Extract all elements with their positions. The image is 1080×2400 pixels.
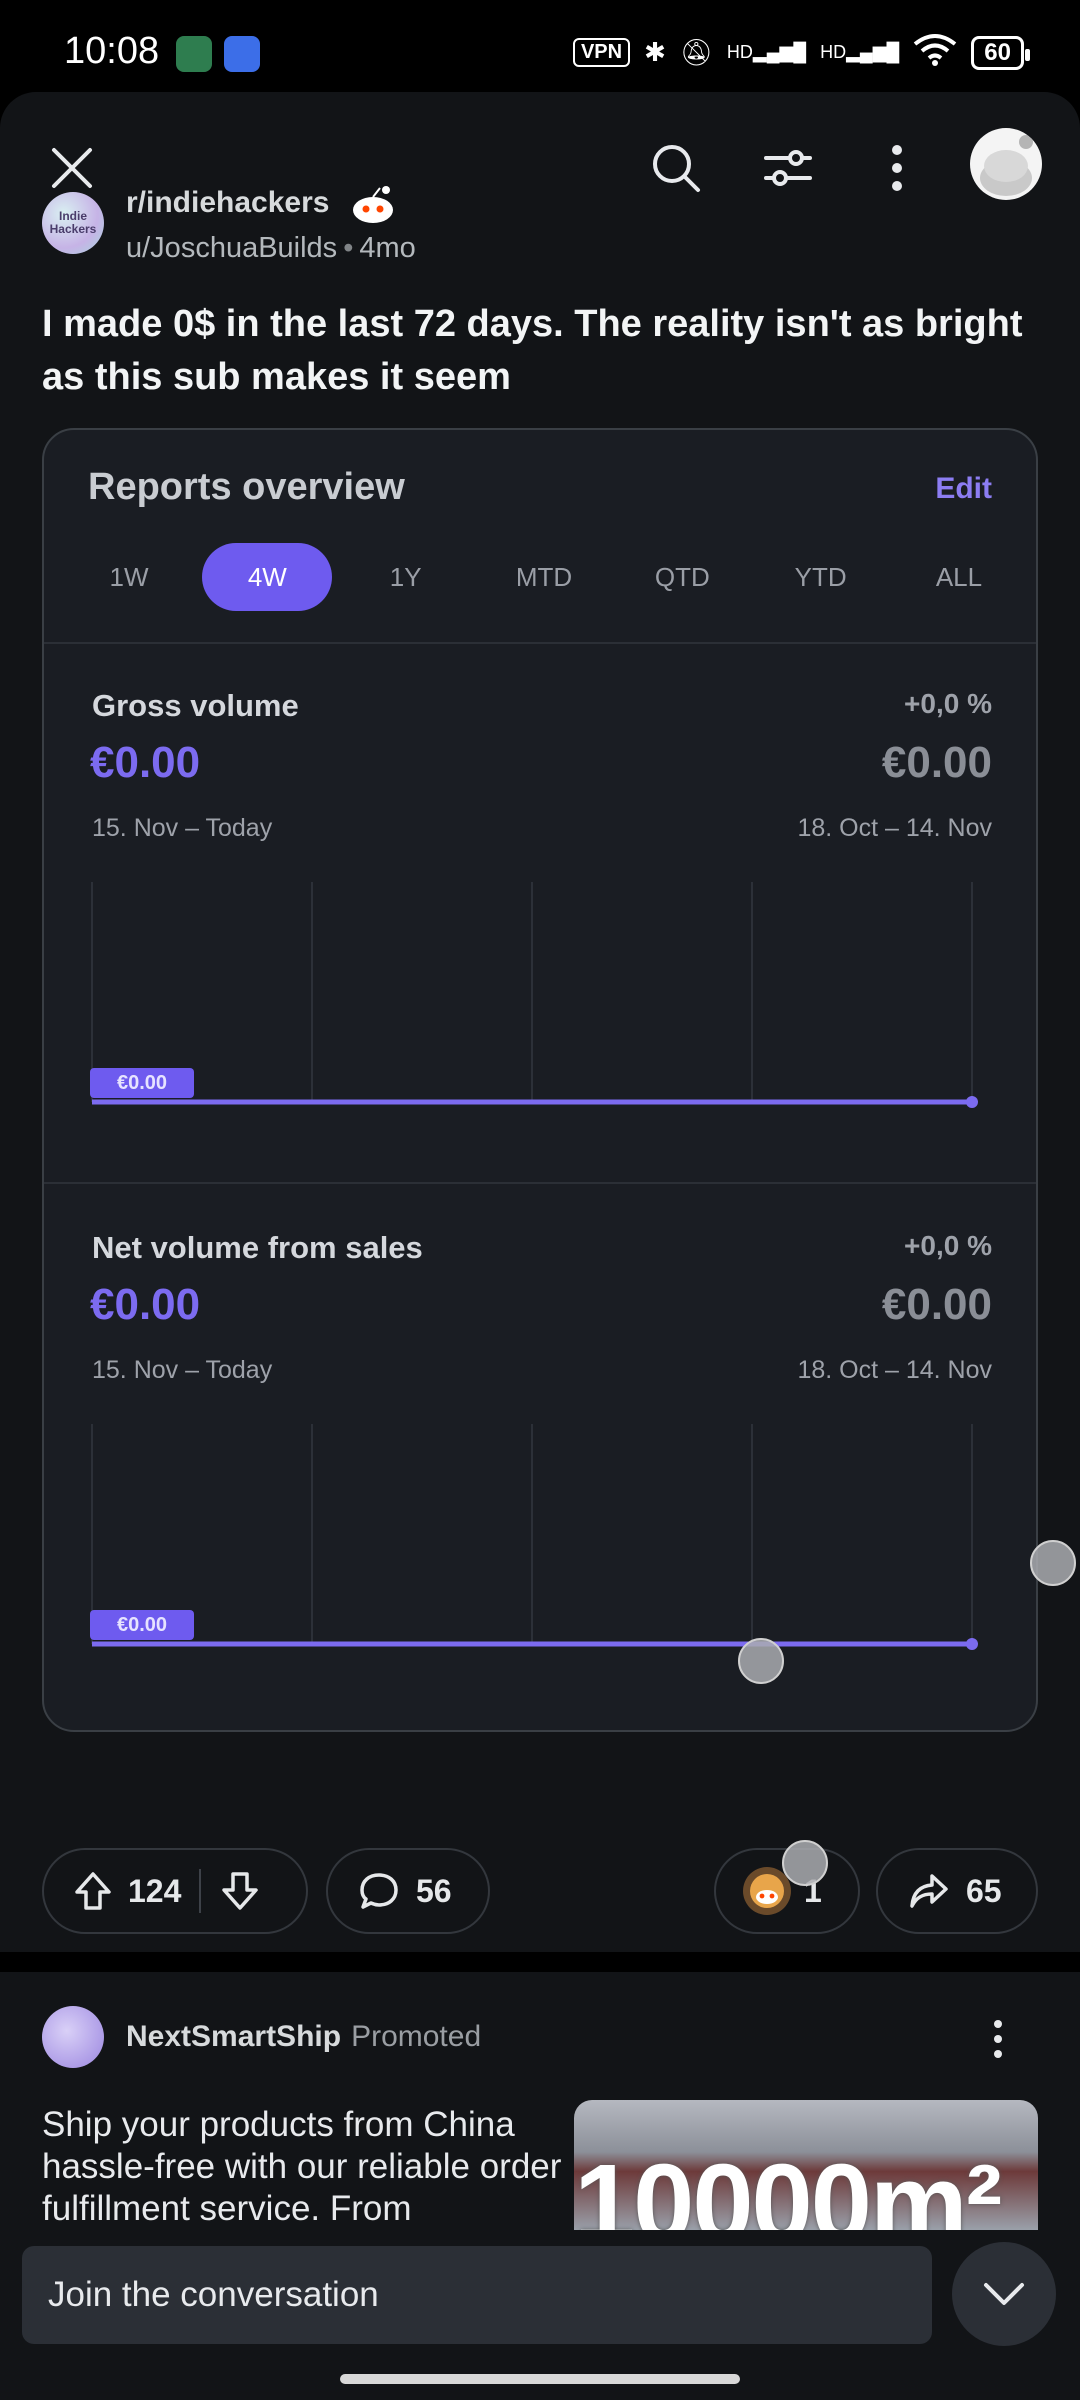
share-button[interactable]: 65 (876, 1848, 1038, 1934)
share-count: 65 (966, 1872, 1002, 1909)
range-tab-qtd: QTD (654, 561, 710, 592)
metric-change: +0,0 % (904, 1230, 992, 1261)
metric-range: 15. Nov – Today (92, 814, 273, 842)
app-notification-icon (224, 36, 260, 72)
comment-composer: Join the conversation (0, 2230, 1080, 2400)
post-sheet: Indie Hackers r/indiehackers u/JoschuaBu… (0, 92, 1080, 2400)
range-tab-1w: 1W (109, 561, 149, 592)
search-button[interactable] (648, 140, 704, 196)
home-indicator[interactable] (340, 2374, 740, 2384)
battery-icon: 60 (971, 35, 1030, 70)
promoted-image-text: 10000m² (574, 2142, 1002, 2230)
upvote-count: 124 (128, 1872, 182, 1909)
post-image[interactable]: Reports overview Edit 1W 4W 1Y MTD QTD Y… (42, 428, 1038, 1732)
author-name[interactable]: u/JoschuaBuilds (126, 232, 337, 264)
metric-gross-volume: Gross volume +0,0 % €0.00 €0.00 15. Nov … (44, 642, 1036, 1182)
signal-icon: HD▂▄▆█ (726, 42, 807, 62)
sliders-icon (764, 150, 812, 186)
subreddit-avatar[interactable]: Indie Hackers (42, 192, 104, 254)
promoted-image[interactable]: 10000m² (574, 2100, 1038, 2230)
close-icon (52, 148, 92, 188)
clock: 10:08 (64, 30, 160, 72)
feed-divider (0, 1952, 1080, 1972)
wifi-icon (913, 32, 957, 73)
metric-previous-value: €0.00 (881, 738, 992, 787)
metric-net-volume: Net volume from sales +0,0 % €0.00 €0.00… (44, 1184, 1036, 1724)
comments-button[interactable]: 56 (326, 1848, 490, 1934)
touch-indicator (782, 1840, 828, 1886)
post-age: 4mo (359, 232, 416, 264)
promoted-more-button[interactable] (978, 2014, 1018, 2064)
chart-value-label: €0.00 (117, 1072, 167, 1094)
comment-icon (360, 1873, 398, 1909)
touch-indicator (1030, 1540, 1076, 1586)
status-icons: VPN ✱ 🔕︎ HD▂▄▆█ HD▂▄▆█ 60 (572, 32, 1030, 73)
touch-indicator (738, 1638, 784, 1684)
report-title: Reports overview (88, 466, 405, 508)
gross-volume-chart: €0.00 (90, 882, 978, 1108)
promoted-text[interactable]: Ship your products from China hassle-fre… (42, 2104, 562, 2230)
signal-icon: HD▂▄▆█ (820, 42, 900, 62)
user-avatar[interactable] (970, 128, 1042, 200)
upvote-icon[interactable] (72, 1870, 114, 1912)
metric-label: Gross volume (92, 688, 299, 723)
mute-icon: 🔕︎ (679, 37, 713, 67)
bluetooth-icon: ✱ (644, 37, 666, 67)
metric-value: €0.00 (90, 738, 201, 787)
metric-value: €0.00 (90, 1280, 201, 1329)
more-vertical-icon (892, 145, 902, 191)
range-tab-4w: 4W (202, 543, 333, 611)
post-title[interactable]: I made 0$ in the last 72 days. The reali… (42, 298, 1042, 404)
more-options-button[interactable] (872, 140, 922, 196)
metric-change: +0,0 % (904, 688, 992, 719)
chart-value-label: €0.00 (117, 1614, 167, 1636)
more-vertical-icon (994, 2020, 1002, 2058)
vpn-icon: VPN (572, 38, 631, 67)
chevron-down-icon (984, 2283, 1024, 2305)
snoo-avatar-icon (980, 135, 1033, 196)
filter-button[interactable] (760, 140, 816, 196)
collapse-button[interactable] (952, 2242, 1056, 2346)
comment-count: 56 (416, 1872, 452, 1909)
metric-range: 15. Nov – Today (92, 1356, 273, 1384)
metric-previous-range: 18. Oct – 14. Nov (797, 1356, 992, 1384)
metric-previous-value: €0.00 (881, 1280, 992, 1329)
range-tabs: 1W 4W 1Y MTD QTD YTD ALL (64, 542, 1024, 612)
advertiser-avatar[interactable] (42, 2006, 104, 2068)
search-icon (653, 145, 700, 192)
report-edit-link: Edit (935, 472, 992, 505)
chart-point (966, 1096, 978, 1108)
advertiser-line: NextSmartShip Promoted (126, 2020, 481, 2054)
range-tab-all: ALL (935, 561, 983, 592)
range-tab-1y: 1Y (389, 561, 422, 592)
range-tab-ytd: YTD (794, 561, 847, 592)
post-meta: u/JoschuaBuilds • 4mo (126, 232, 416, 264)
close-button[interactable] (46, 142, 98, 194)
promoted-tag: Promoted (351, 2020, 482, 2053)
downvote-icon[interactable] (219, 1870, 261, 1912)
join-conversation-input[interactable]: Join the conversation (22, 2246, 932, 2344)
vote-divider (199, 1869, 202, 1913)
metric-label: Net volume from sales (92, 1230, 423, 1265)
net-volume-chart: €0.00 (90, 1424, 978, 1650)
app-notification-icon (176, 36, 212, 72)
vote-pill: 124 (42, 1848, 308, 1934)
advertiser-name[interactable]: NextSmartShip (126, 2020, 341, 2053)
metric-previous-range: 18. Oct – 14. Nov (797, 814, 992, 842)
subreddit-name[interactable]: r/indiehackers (126, 186, 329, 220)
status-bar: 10:08 VPN ✱ 🔕︎ HD▂▄▆█ HD▂▄▆█ 60 (0, 0, 1080, 96)
share-icon (910, 1874, 948, 1908)
snoo-badge-icon (350, 184, 396, 229)
chart-point (966, 1638, 978, 1650)
range-tab-mtd: MTD (515, 561, 573, 592)
